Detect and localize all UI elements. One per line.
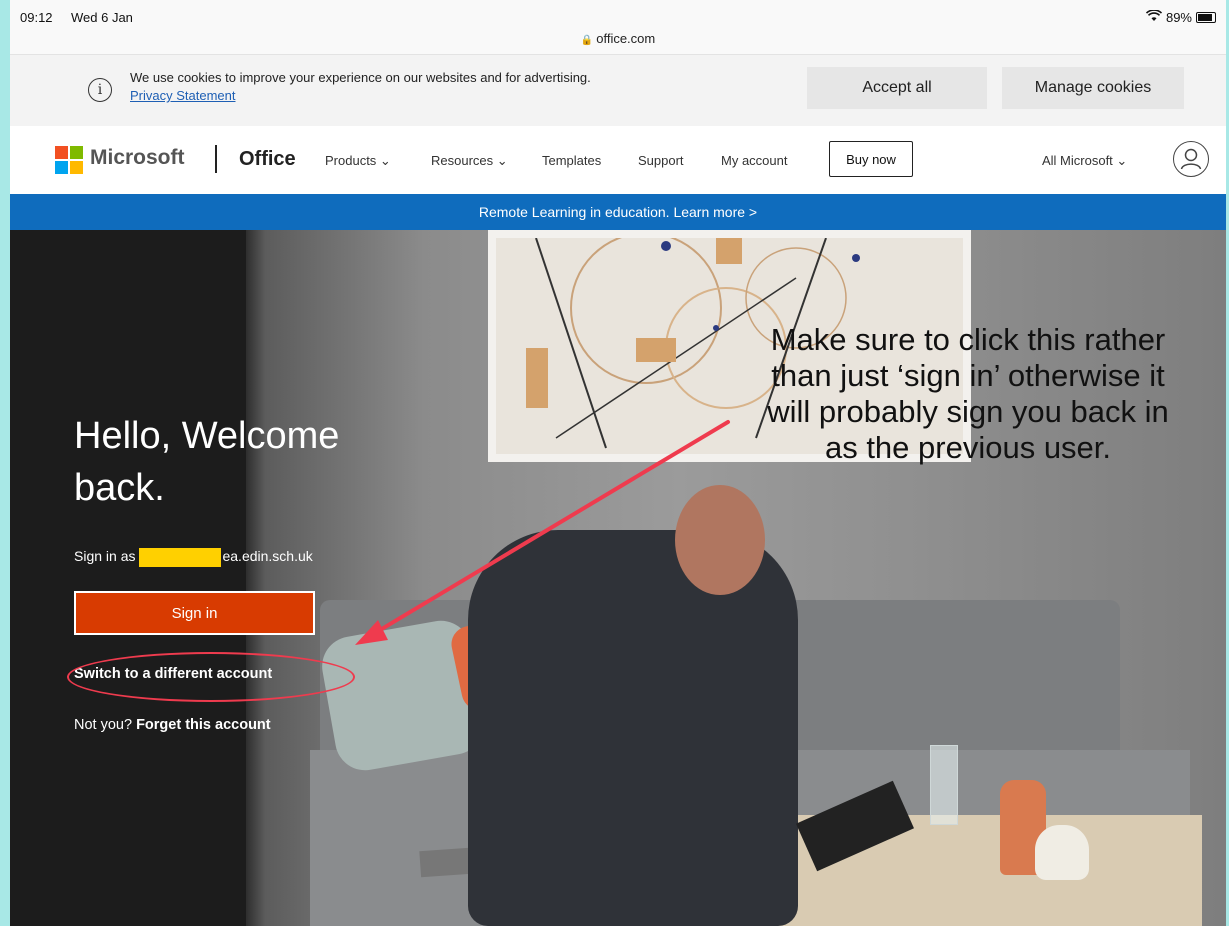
sign-in-prefix: Sign in as (74, 548, 136, 565)
lock-icon: 🔒 (580, 35, 594, 46)
remote-learning-banner[interactable]: Remote Learning in education. Learn more… (10, 194, 1226, 230)
sign-in-as-text: Sign in as ea.edin.sch.uk (74, 548, 313, 567)
nav-templates[interactable]: Templates (542, 153, 601, 168)
cookie-text: We use cookies to improve your experienc… (130, 70, 591, 85)
account-avatar-icon[interactable] (1173, 141, 1209, 177)
annotation-note: Make sure to click this rather than just… (767, 322, 1169, 465)
annotation-circle (67, 652, 355, 702)
accept-all-button[interactable]: Accept all (807, 67, 987, 109)
manage-cookies-button[interactable]: Manage cookies (1002, 67, 1184, 109)
nav-my-account[interactable]: My account (721, 153, 787, 168)
battery-icon (1196, 12, 1216, 23)
browser-frame: 09:12 Wed 6 Jan 89% 🔒 office.com i We use… (10, 0, 1226, 926)
hero-dark-panel (10, 230, 246, 926)
microsoft-logo-icon[interactable] (55, 146, 83, 174)
cookie-banner: i We use cookies to improve your experie… (10, 55, 1226, 126)
sign-in-button[interactable]: Sign in (74, 591, 315, 635)
privacy-statement-link[interactable]: Privacy Statement (130, 87, 591, 105)
office-link[interactable]: Office (239, 148, 296, 171)
status-time: 09:12 (20, 10, 53, 25)
person-head (675, 485, 765, 595)
status-bar: 09:12 Wed 6 Jan 89% 🔒 office.com (10, 0, 1226, 55)
nav-support[interactable]: Support (638, 153, 684, 168)
forget-account-link[interactable]: Forget this account (136, 717, 271, 733)
top-nav: Microsoft Office Products ⌄ Resources ⌄ … (10, 126, 1226, 194)
not-you-text: Not you? (74, 717, 133, 733)
redacted-username (139, 548, 222, 567)
buy-now-button[interactable]: Buy now (829, 141, 913, 177)
brand-name[interactable]: Microsoft (90, 146, 185, 170)
person-figure (468, 530, 798, 926)
url-text: office.com (596, 31, 656, 46)
status-date: Wed 6 Jan (71, 10, 133, 25)
not-you-row: Not you? Forget this account (74, 717, 271, 733)
address-bar[interactable]: 🔒 office.com (10, 31, 1226, 46)
all-microsoft-menu[interactable]: All Microsoft ⌄ (1042, 153, 1127, 169)
nav-resources[interactable]: Resources ⌄ (431, 153, 508, 169)
info-icon: i (88, 78, 112, 102)
welcome-heading: Hello, Welcome back. (74, 415, 340, 509)
nav-products[interactable]: Products ⌄ (325, 153, 391, 169)
status-indicators: 89% (1145, 9, 1216, 25)
sign-in-domain: ea.edin.sch.uk (222, 548, 313, 565)
wifi-icon (1145, 9, 1163, 25)
cookie-message: We use cookies to improve your experienc… (130, 69, 591, 105)
battery-percent: 89% (1165, 10, 1192, 25)
white-vase (1035, 825, 1089, 880)
brand-divider (215, 145, 217, 173)
water-glass (930, 745, 958, 825)
